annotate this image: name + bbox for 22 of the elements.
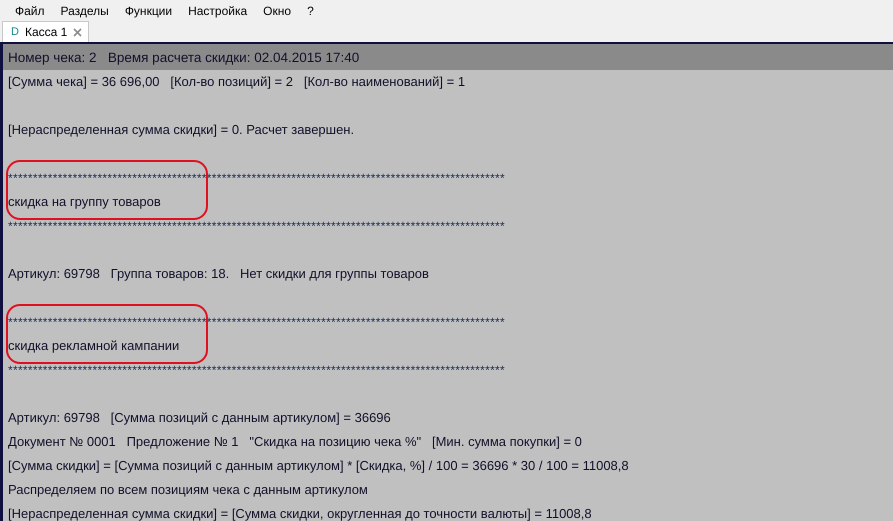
section-title: скидка рекламной кампании bbox=[8, 337, 180, 355]
log-line: [Нераспределенная сумма скидки] = [Сумма скидки, округленная до точности валюты] = 11008,8 bbox=[8, 505, 593, 521]
log-line: [Нераспределенная сумма скидки] = 0. Расчет завершен. bbox=[8, 121, 356, 139]
menu-item[interactable]: Окно bbox=[255, 4, 300, 18]
receipt-info: Номер чека: 2 Время расчета скидки: 02.04.2015 17:40 bbox=[8, 50, 360, 64]
document-icon: D bbox=[11, 26, 19, 38]
menu-item[interactable]: Файл bbox=[7, 4, 53, 18]
log-line: Артикул: 69798 Группа товаров: 18. Нет скидки для группы товаров bbox=[8, 265, 430, 283]
menu-item[interactable]: Функции bbox=[116, 4, 180, 18]
close-icon[interactable] bbox=[73, 28, 82, 36]
separator-line: **************************************************************************************************** bbox=[8, 362, 506, 379]
document-tab[interactable]: D Касса 1 bbox=[2, 21, 90, 42]
log-line: Артикул: 69798 [Сумма позиций с данным артикулом] = 36696 bbox=[8, 409, 392, 427]
log-line: [Сумма чека] = 36 696,00 [Кол-во позиций] = 2 [Кол-во наименований] = 1 bbox=[8, 73, 466, 91]
separator-line: **************************************************************************************************** bbox=[8, 218, 506, 235]
log-line: [Сумма скидки] = [Сумма позиций с данным артикулом] * [Скидка, %] / 100 = 36696 * 30 / 100 = 11008,8 bbox=[8, 457, 630, 475]
menu-item[interactable]: ? bbox=[299, 4, 322, 18]
section-title: скидка на группу товаров bbox=[8, 193, 162, 211]
menu-item[interactable]: Настройка bbox=[180, 4, 256, 18]
log-line: Документ № 0001 Предложение № 1 "Скидка на позицию чека %" [Мин. сумма покупки] = 0 bbox=[8, 433, 583, 451]
menu-item[interactable]: Разделы bbox=[52, 4, 117, 18]
log-line: Распределяем по всем позициям чека с данным артикулом bbox=[8, 481, 369, 499]
